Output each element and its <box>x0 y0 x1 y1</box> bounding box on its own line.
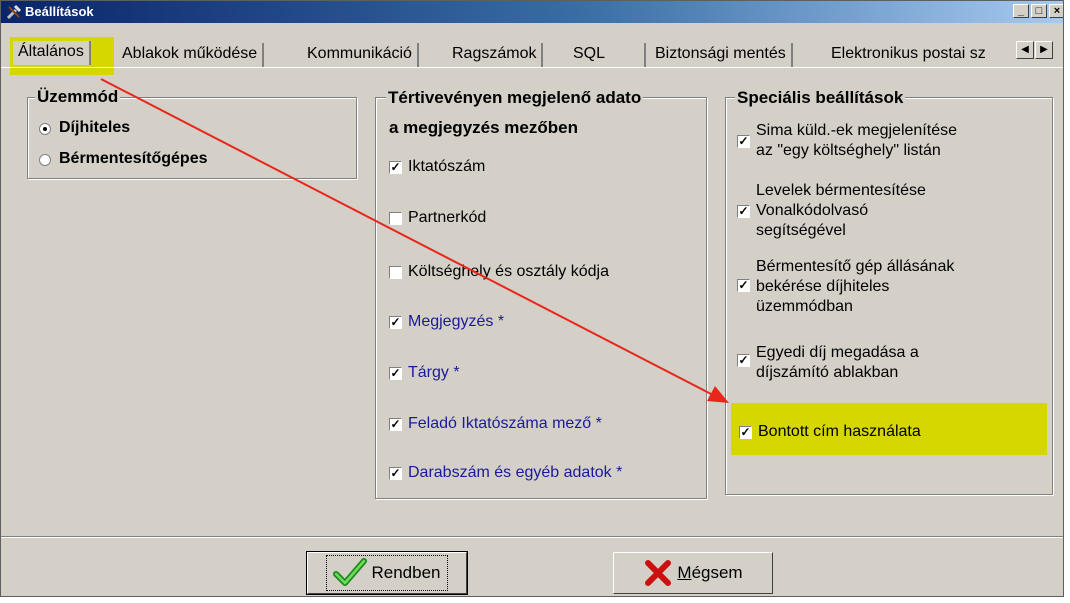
settings-window: Beállítások _ □ × Általános Ablakok műkö… <box>0 0 1064 597</box>
annotation-arrow <box>100 78 729 403</box>
